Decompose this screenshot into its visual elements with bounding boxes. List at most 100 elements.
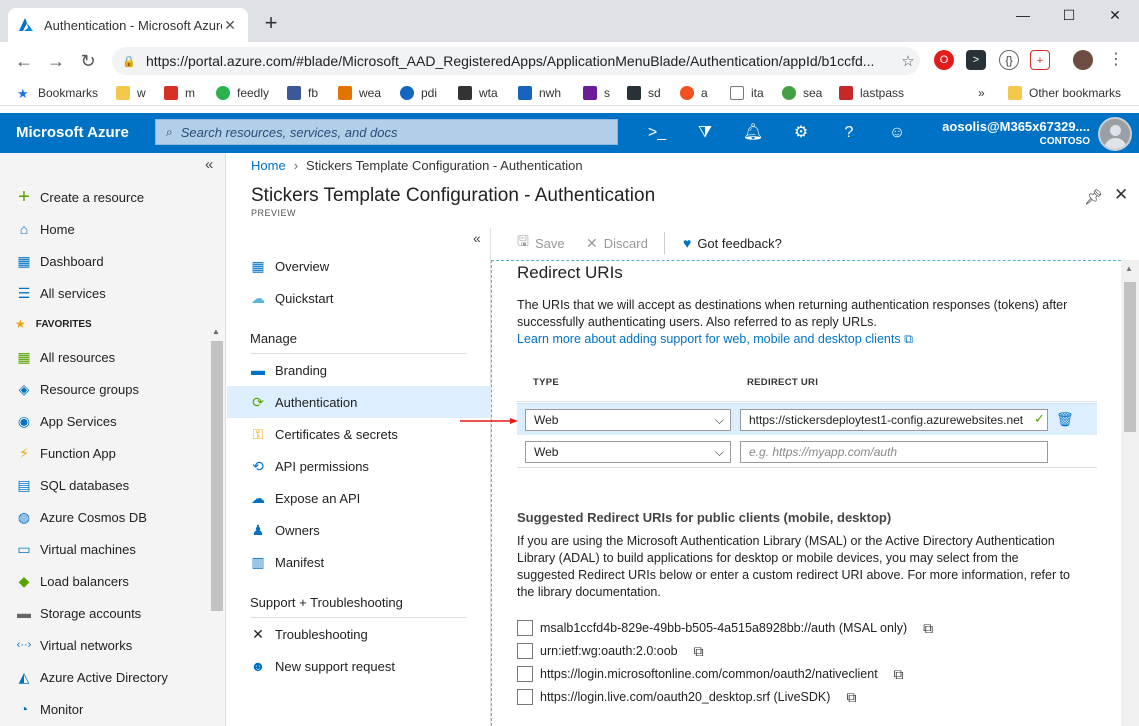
address-bar[interactable]: 🔒 https://portal.azure.com/#blade/Micros… bbox=[112, 47, 920, 75]
opera-extension-icon[interactable]: O bbox=[934, 50, 954, 70]
delete-icon[interactable]: 🗑︎ bbox=[1056, 411, 1074, 428]
suggested-uri-option[interactable]: https://login.microsoftonline.com/common… bbox=[517, 665, 904, 683]
menu-item-manifest[interactable]: ▥ Manifest bbox=[227, 546, 491, 578]
reload-icon[interactable]: ↻ bbox=[76, 49, 100, 73]
bookmark-item[interactable]: pdi bbox=[400, 84, 437, 102]
bookmark-item[interactable]: fb bbox=[287, 84, 318, 102]
new-tab-icon[interactable]: + bbox=[258, 10, 284, 36]
scroll-up-icon[interactable]: ▲ bbox=[212, 327, 220, 336]
sidebar-item-dashboard[interactable]: ▦ Dashboard bbox=[15, 251, 103, 271]
browser-tab[interactable]: Authentication - Microsoft Azure ✕ bbox=[8, 8, 248, 42]
sidebar-item-sql-databases[interactable]: ▤ SQL databases bbox=[15, 475, 129, 495]
checkbox[interactable] bbox=[517, 666, 533, 682]
feedback-button[interactable]: ♥ Got feedback? bbox=[683, 234, 782, 252]
terminal-extension-icon[interactable]: > bbox=[966, 50, 986, 70]
sidebar-item-virtual-networks[interactable]: ‹··› Virtual networks bbox=[15, 635, 133, 655]
search-input[interactable] bbox=[180, 124, 617, 140]
menu-item-authentication[interactable]: ⟳ Authentication bbox=[227, 386, 491, 418]
suggested-uri-option[interactable]: msalb1ccfd4b-829e-49bb-b505-4a515a8928bb… bbox=[517, 619, 933, 637]
settings-gear-icon[interactable]: ⚙ bbox=[790, 123, 812, 143]
menu-item-certificates[interactable]: ⚿ Certificates & secrets bbox=[227, 418, 491, 450]
sidebar-scrollbar[interactable] bbox=[211, 341, 223, 611]
sidebar-item-all-services[interactable]: ☰ All services bbox=[15, 283, 106, 303]
checkbox[interactable] bbox=[517, 689, 533, 705]
notifications-icon[interactable]: 🔔︎ bbox=[742, 123, 764, 143]
scroll-up-icon[interactable]: ▲ bbox=[1125, 264, 1133, 273]
maximize-icon[interactable]: ☐ bbox=[1046, 0, 1092, 30]
sidebar-collapse-icon[interactable]: « bbox=[205, 156, 213, 173]
menu-item-new-support[interactable]: ☻ New support request bbox=[227, 650, 491, 682]
sidebar-item-cosmos-db[interactable]: ◍ Azure Cosmos DB bbox=[15, 507, 147, 527]
avatar[interactable] bbox=[1098, 117, 1132, 151]
menu-item-branding[interactable]: ▬ Branding bbox=[227, 354, 491, 386]
redirect-uri-input-empty[interactable]: e.g. https://myapp.com/auth bbox=[740, 441, 1048, 463]
bookmark-item[interactable]: a bbox=[680, 84, 708, 102]
bookmark-item[interactable]: nwh bbox=[518, 84, 561, 102]
save-button[interactable]: 🖫︎ Save bbox=[517, 233, 565, 252]
bookmark-item[interactable]: s bbox=[583, 84, 610, 102]
sidebar-item-resource-groups[interactable]: ◈ Resource groups bbox=[15, 379, 139, 399]
sidebar-item-virtual-machines[interactable]: ▭ Virtual machines bbox=[15, 539, 136, 559]
sidebar-item-azure-active-directory[interactable]: ◭ Azure Active Directory bbox=[15, 667, 168, 687]
sidebar-item-function-app[interactable]: ⚡︎ Function App bbox=[15, 443, 116, 463]
type-select[interactable]: Web ⌵ bbox=[525, 409, 731, 431]
sidebar-item-app-services[interactable]: ◉ App Services bbox=[15, 411, 117, 431]
account-info[interactable]: aosolis@M365x67329.... CONTOSO bbox=[930, 119, 1090, 147]
sidebar-item-monitor[interactable]: ◔ Monitor bbox=[15, 699, 84, 719]
bookmark-item[interactable]: m bbox=[164, 84, 195, 102]
chrome-menu-icon[interactable]: ⋮ bbox=[1106, 50, 1126, 70]
plus-extension-icon[interactable]: + bbox=[1030, 50, 1050, 70]
menu-item-expose-api[interactable]: ☁ Expose an API bbox=[227, 482, 491, 514]
bookmark-star-icon[interactable]: ☆ bbox=[896, 52, 920, 70]
learn-more-link[interactable]: Learn more about adding support for web,… bbox=[517, 332, 901, 346]
bookmark-item[interactable]: wea bbox=[338, 84, 381, 102]
other-bookmarks[interactable]: Other bookmarks bbox=[1008, 84, 1121, 102]
bookmark-item[interactable]: ita bbox=[730, 84, 764, 102]
pin-icon[interactable]: 📌︎ bbox=[1084, 188, 1103, 206]
discard-button[interactable]: ✕ Discard bbox=[586, 234, 648, 252]
checkbox[interactable] bbox=[517, 620, 533, 636]
bookmark-item[interactable]: feedly bbox=[216, 84, 269, 102]
menu-item-quickstart[interactable]: ☁ Quickstart bbox=[227, 282, 491, 314]
menu-item-troubleshooting[interactable]: ✕ Troubleshooting bbox=[227, 618, 491, 650]
suggested-uri-option[interactable]: https://login.live.com/oauth20_desktop.s… bbox=[517, 688, 856, 706]
copy-icon[interactable]: ⧉ bbox=[694, 643, 704, 660]
menu-item-overview[interactable]: ▦ Overview bbox=[227, 250, 491, 282]
sidebar-item-all-resources[interactable]: ▦ All resources bbox=[15, 347, 115, 367]
copy-icon[interactable]: ⧉ bbox=[846, 689, 856, 706]
menu-item-owners[interactable]: ♟ Owners bbox=[227, 514, 491, 546]
breadcrumb-home[interactable]: Home bbox=[251, 158, 286, 173]
copy-icon[interactable]: ⧉ bbox=[894, 666, 904, 683]
profile-avatar-icon[interactable] bbox=[1073, 50, 1093, 70]
forward-icon[interactable]: → bbox=[44, 49, 68, 73]
type-select[interactable]: Web ⌵ bbox=[525, 441, 731, 463]
sidebar-item-storage-accounts[interactable]: ▬ Storage accounts bbox=[15, 603, 141, 623]
global-search[interactable]: ⌕ bbox=[155, 119, 618, 145]
back-icon[interactable]: ← bbox=[12, 49, 36, 73]
checkbox[interactable] bbox=[517, 643, 533, 659]
menu-collapse-icon[interactable]: « bbox=[473, 230, 481, 246]
redirect-uri-input[interactable]: https://stickersdeploytest1-config.azure… bbox=[740, 409, 1048, 431]
directory-filter-icon[interactable]: ⧩ bbox=[694, 123, 716, 143]
tab-close-icon[interactable]: ✕ bbox=[222, 17, 238, 34]
bookmark-item[interactable]: sea bbox=[782, 84, 822, 102]
sidebar-item-home[interactable]: ⌂ Home bbox=[15, 219, 75, 239]
sidebar-item-create-resource[interactable]: + Create a resource bbox=[15, 186, 144, 208]
content-scrollbar[interactable]: ▲ bbox=[1121, 260, 1139, 726]
bookmarks-overflow-icon[interactable]: » bbox=[978, 84, 985, 102]
menu-item-api-permissions[interactable]: ⟲ API permissions bbox=[227, 450, 491, 482]
help-icon[interactable]: ? bbox=[838, 123, 860, 143]
window-close-icon[interactable]: ✕ bbox=[1092, 0, 1138, 30]
minimize-icon[interactable]: — bbox=[1000, 0, 1046, 30]
code-extension-icon[interactable]: {} bbox=[999, 50, 1019, 70]
feedback-smiley-icon[interactable]: ☺ bbox=[886, 123, 908, 143]
close-icon[interactable]: ✕ bbox=[1114, 185, 1128, 205]
bookmark-item[interactable]: sd bbox=[627, 84, 661, 102]
bookmark-item[interactable]: wta bbox=[458, 84, 498, 102]
bookmark-item[interactable]: lastpass bbox=[839, 84, 904, 102]
cloud-shell-icon[interactable]: >_ bbox=[646, 123, 668, 143]
bookmark-item[interactable]: w bbox=[116, 84, 146, 102]
azure-brand[interactable]: Microsoft Azure bbox=[16, 124, 129, 141]
scroll-thumb[interactable] bbox=[1124, 282, 1136, 432]
sidebar-item-load-balancers[interactable]: ◆ Load balancers bbox=[15, 571, 129, 591]
